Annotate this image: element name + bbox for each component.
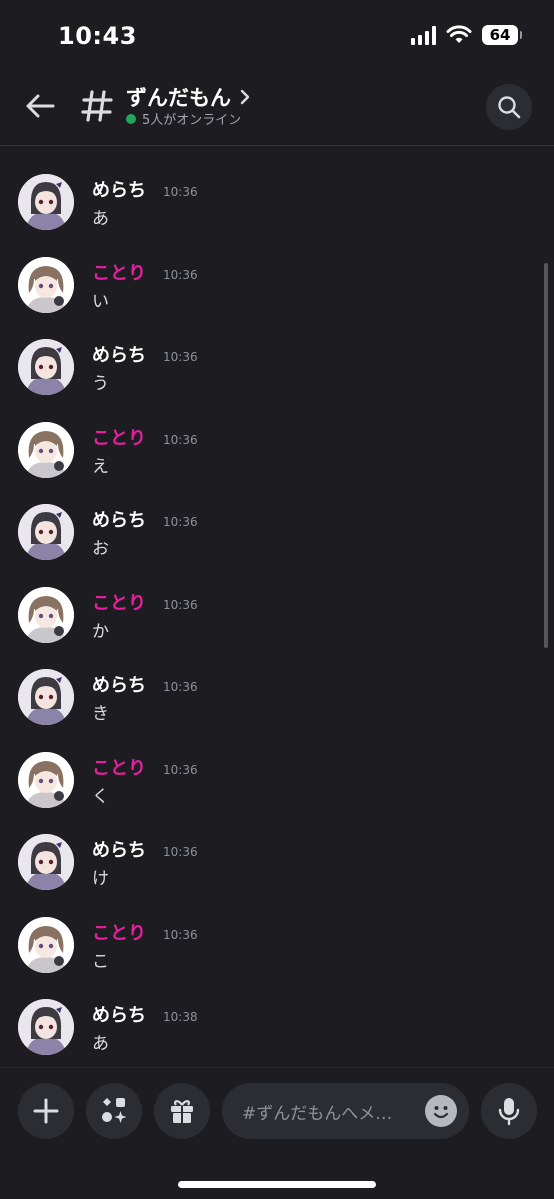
plus-icon: [33, 1098, 59, 1124]
message-author[interactable]: ことり: [92, 259, 146, 285]
message-author[interactable]: ことり: [92, 919, 146, 945]
message-timestamp: 10:36: [163, 762, 198, 777]
message-text: う: [92, 374, 109, 394]
voice-message-button[interactable]: [481, 1083, 537, 1139]
emoji-icon: [433, 1106, 449, 1119]
message-row[interactable]: めらち 10:36 き: [0, 642, 554, 725]
avatar[interactable]: [18, 751, 74, 808]
message-row[interactable]: めらち 10:36 あ: [0, 147, 554, 230]
back-arrow-icon: [26, 94, 55, 118]
message-text: い: [92, 291, 109, 312]
back-button[interactable]: [22, 88, 58, 124]
apps-button[interactable]: [86, 1083, 142, 1139]
online-dot-icon: [126, 113, 136, 124]
message-timestamp: 10:36: [163, 680, 198, 694]
message-input[interactable]: #ずんだもんへメ…: [222, 1083, 469, 1139]
channel-title-button[interactable]: ずんだもん: [126, 82, 251, 112]
avatar[interactable]: [18, 504, 74, 560]
cellular-signal-icon: [411, 25, 436, 45]
message-author[interactable]: めらち: [92, 836, 146, 862]
message-row[interactable]: ことり 10:36 く: [0, 725, 554, 808]
message-row[interactable]: めらち 10:36 う: [0, 312, 554, 395]
message-text: こ: [92, 951, 109, 972]
message-timestamp: 10:36: [163, 927, 198, 942]
message-list[interactable]: めらち 10:36 あことり 10:36 いめらち 10:36 うことり 10:36 えめらち 1…: [0, 147, 554, 1067]
avatar[interactable]: [18, 256, 74, 313]
microphone-icon: [498, 1098, 520, 1126]
message-row[interactable]: ことり 10:36 こ: [0, 890, 554, 973]
chevron-right-icon: [240, 89, 250, 105]
message-author[interactable]: めらち: [92, 671, 146, 697]
channel-header: ずんだもん 5人がオンライン: [0, 74, 554, 146]
message-text: え: [92, 456, 109, 477]
message-text: か: [92, 621, 109, 642]
battery-indicator: 64: [482, 25, 522, 45]
message-author[interactable]: ことり: [92, 754, 146, 780]
message-row[interactable]: めらち 10:36 お: [0, 477, 554, 560]
emoji-button[interactable]: [425, 1095, 457, 1127]
message-timestamp: 10:36: [163, 432, 198, 447]
message-author[interactable]: めらち: [92, 341, 146, 367]
message-text: あ: [92, 209, 109, 229]
status-time: 10:43: [58, 22, 137, 50]
message-text: き: [92, 704, 109, 724]
message-author[interactable]: めらち: [92, 176, 146, 202]
message-timestamp: 10:36: [163, 350, 198, 364]
message-timestamp: 10:36: [163, 185, 198, 199]
avatar[interactable]: [18, 421, 74, 478]
avatar[interactable]: [18, 339, 74, 395]
search-icon: [498, 96, 521, 119]
message-author[interactable]: ことり: [92, 424, 146, 450]
message-timestamp: 10:38: [163, 1010, 198, 1024]
message-input-placeholder: #ずんだもんへメ…: [242, 1104, 393, 1124]
wifi-icon: [446, 25, 472, 43]
message-author[interactable]: めらち: [92, 506, 146, 532]
online-count: 5人がオンライン: [142, 113, 242, 128]
message-text: く: [92, 786, 109, 807]
search-button[interactable]: [486, 84, 532, 130]
message-text: け: [92, 869, 109, 889]
scrollbar[interactable]: [544, 263, 548, 648]
composer: #ずんだもんへメ…: [0, 1067, 554, 1199]
message-row[interactable]: めらち 10:36 け: [0, 807, 554, 890]
add-attachment-button[interactable]: [18, 1083, 74, 1139]
message-timestamp: 10:36: [163, 515, 198, 529]
avatar[interactable]: [18, 834, 74, 890]
avatar[interactable]: [18, 586, 74, 643]
message-row[interactable]: ことり 10:36 え: [0, 395, 554, 478]
message-author[interactable]: めらち: [92, 1001, 146, 1027]
message-text: お: [92, 539, 109, 559]
status-bar: 10:43 64: [0, 0, 554, 74]
message-timestamp: 10:36: [163, 845, 198, 859]
hash-icon: [81, 90, 113, 122]
message-text: あ: [92, 1034, 109, 1054]
message-author[interactable]: ことり: [92, 589, 146, 615]
message-timestamp: 10:36: [163, 267, 198, 282]
home-indicator[interactable]: [178, 1181, 376, 1188]
status-icons: 64: [411, 25, 522, 45]
gift-button[interactable]: [154, 1083, 210, 1139]
message-timestamp: 10:36: [163, 597, 198, 612]
online-status: 5人がオンライン: [126, 109, 241, 128]
channel-title: ずんだもん: [126, 86, 231, 110]
message-row[interactable]: ことり 10:36 い: [0, 230, 554, 313]
message-row[interactable]: めらち 10:38 あ: [0, 972, 554, 1055]
avatar[interactable]: [18, 916, 74, 973]
message-row[interactable]: ことり 10:36 か: [0, 560, 554, 643]
gift-icon: [171, 1100, 193, 1124]
avatar[interactable]: [18, 999, 74, 1055]
avatar[interactable]: [18, 669, 74, 725]
avatar[interactable]: [18, 174, 74, 230]
apps-icon: [102, 1098, 127, 1123]
